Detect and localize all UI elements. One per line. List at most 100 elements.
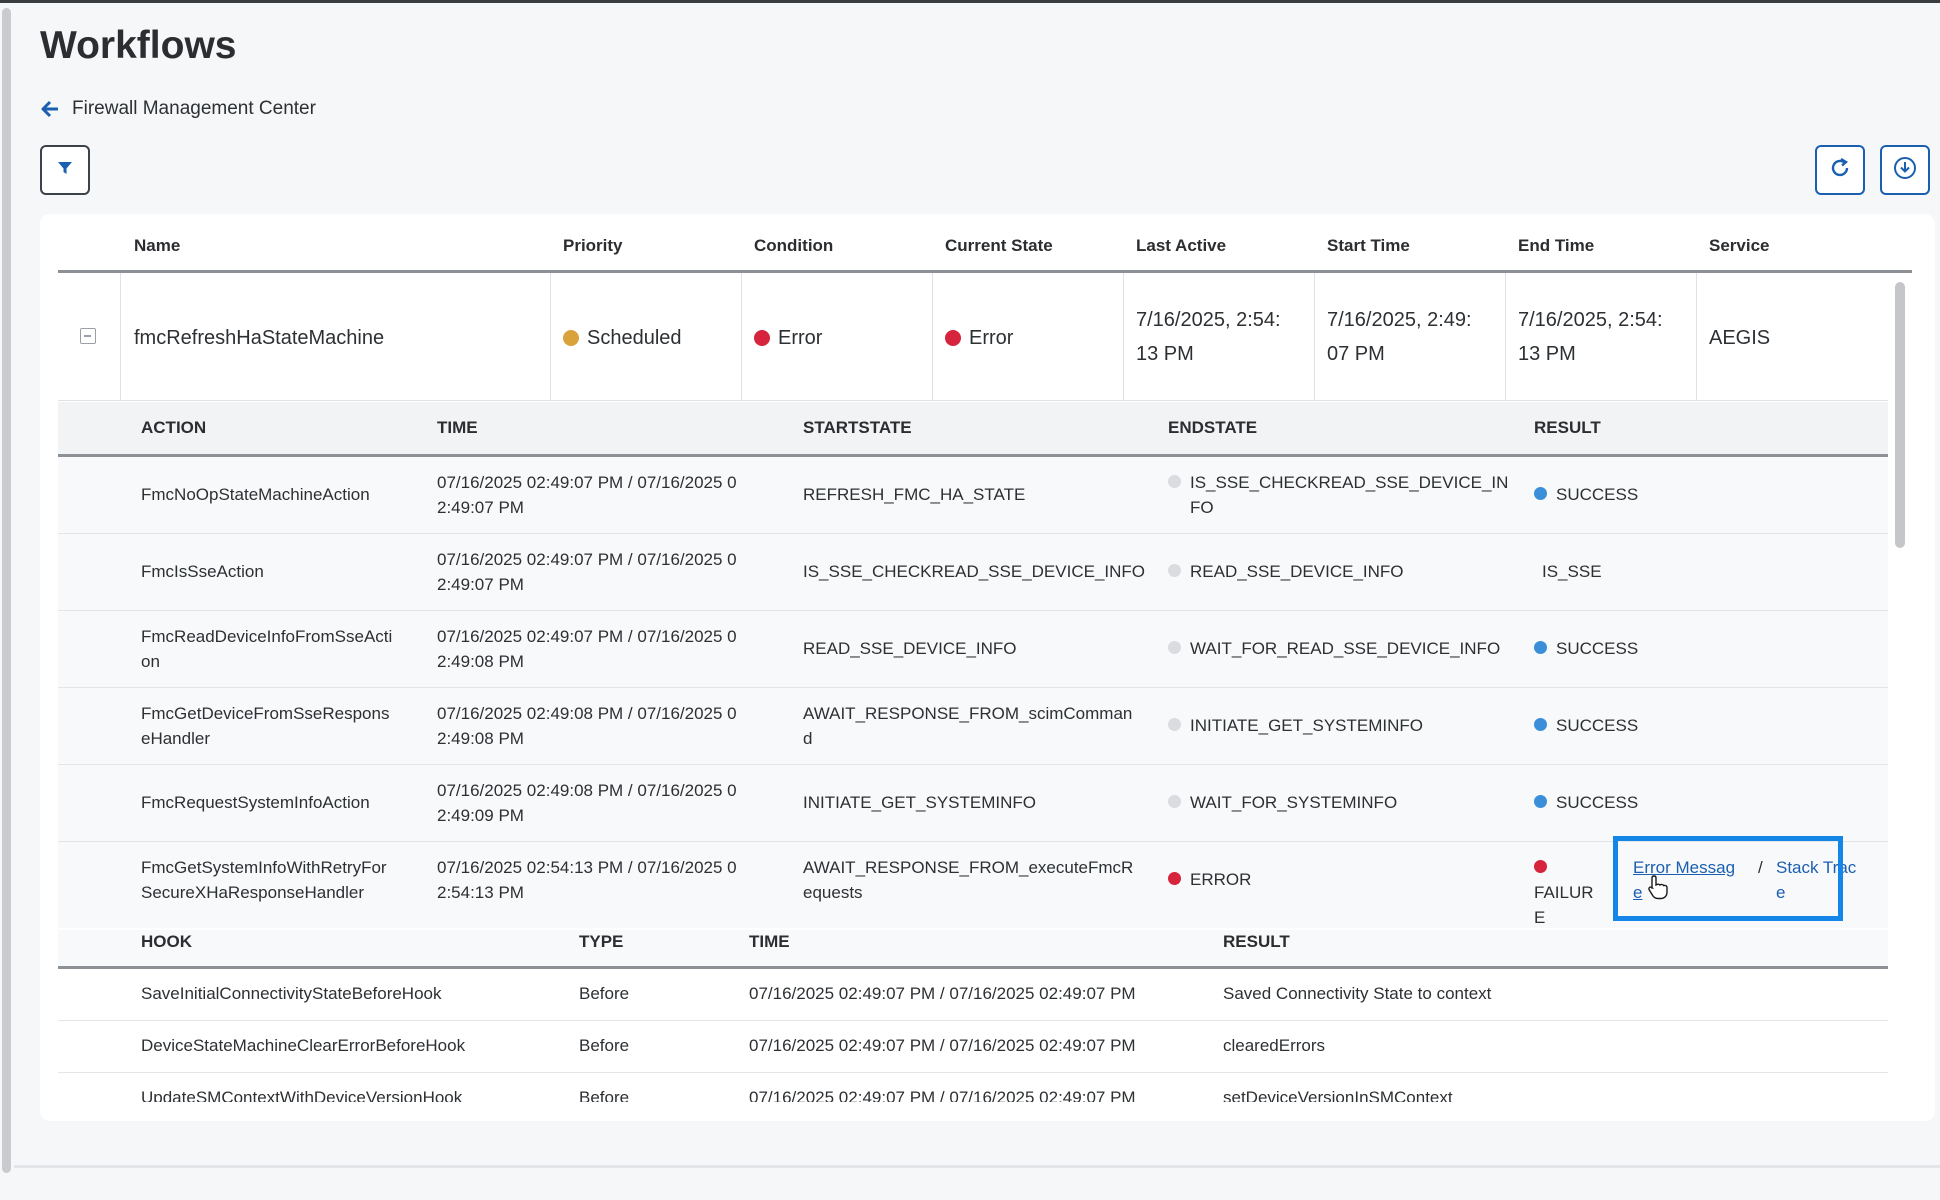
left-scrollbar[interactable] <box>2 8 11 1173</box>
action-time: 07/16/2025 02:49:07 PM / 07/16/2025 0 2:4… <box>437 473 737 517</box>
action-time: 07/16/2025 02:54:13 PM / 07/16/2025 0 2:5… <box>437 858 737 902</box>
page-title: Workflows <box>40 24 237 67</box>
action-result: SUCCESS <box>1534 713 1638 738</box>
failure-dot <box>1534 860 1547 873</box>
service-value: AEGIS <box>1709 327 1771 349</box>
action-result: FAILUR E <box>1534 855 1602 930</box>
col-priority[interactable]: Priority <box>563 236 623 256</box>
download-button[interactable] <box>1880 145 1930 195</box>
success-dot <box>1534 795 1547 808</box>
hook-name: DeviceStateMachineClearErrorBeforeHook <box>141 1036 466 1055</box>
col-end-time[interactable]: End Time <box>1518 236 1594 256</box>
col-startstate: STARTSTATE <box>803 418 912 437</box>
download-icon <box>1892 155 1918 186</box>
col-start-time[interactable]: Start Time <box>1327 236 1410 256</box>
column-divider <box>1505 273 1506 401</box>
col-endstate: ENDSTATE <box>1168 418 1258 437</box>
workflows-table-card: Name Priority Condition Current State La… <box>40 214 1935 1121</box>
endstate-dot <box>1168 564 1181 577</box>
column-divider <box>741 273 742 401</box>
action-result: SUCCESS <box>1534 790 1638 815</box>
table-viewport[interactable]: Name Priority Condition Current State La… <box>40 214 1935 1102</box>
last-active-value: 7/16/2025, 2:54: 13 PM <box>1136 309 1281 365</box>
col-condition[interactable]: Condition <box>754 236 833 256</box>
action-name: FmcIsSseAction <box>141 562 264 581</box>
column-divider <box>550 273 551 401</box>
action-endstate: ERROR <box>1168 867 1251 892</box>
condition-value: Error <box>754 327 822 350</box>
action-endstate: INITIATE_GET_SYSTEMINFO <box>1168 713 1423 738</box>
column-divider <box>1123 273 1124 401</box>
table-scrollbar[interactable] <box>1895 282 1905 548</box>
hook-result: setDeviceVersionInSMContext <box>1223 1088 1453 1102</box>
action-result: IS_SSE <box>1542 562 1602 581</box>
hook-type: Before <box>579 984 630 1003</box>
hook-type: Before <box>579 1036 630 1055</box>
hook-type: Before <box>579 1088 630 1102</box>
action-startstate: AWAIT_RESPONSE_FROM_executeFmcR equests <box>803 858 1134 902</box>
collapse-row-icon[interactable] <box>80 328 96 344</box>
actions-header-row <box>58 402 1888 454</box>
scheduled-status-dot <box>563 330 579 346</box>
action-name: FmcRequestSystemInfoAction <box>141 793 370 812</box>
action-time: 07/16/2025 02:49:08 PM / 07/16/2025 0 2:4… <box>437 704 737 748</box>
col-hook-time: TIME <box>749 932 790 951</box>
col-type: TYPE <box>579 932 624 951</box>
action-name: FmcGetDeviceFromSseRespons eHandler <box>141 704 390 748</box>
action-name: FmcReadDeviceInfoFromSseActi on <box>141 627 393 671</box>
action-startstate: REFRESH_FMC_HA_STATE <box>803 485 1026 504</box>
col-action: ACTION <box>141 418 207 437</box>
col-result: RESULT <box>1534 418 1601 437</box>
action-time: 07/16/2025 02:49:08 PM / 07/16/2025 0 2:4… <box>437 781 737 825</box>
action-name: FmcNoOpStateMachineAction <box>141 485 370 504</box>
hook-name: SaveInitialConnectivityStateBeforeHook <box>141 984 442 1003</box>
col-name[interactable]: Name <box>134 236 180 256</box>
hook-time: 07/16/2025 02:49:07 PM / 07/16/2025 02:4… <box>749 1036 1136 1055</box>
column-divider <box>932 273 933 401</box>
endstate-dot <box>1168 795 1181 808</box>
column-divider <box>1314 273 1315 401</box>
action-name: FmcGetSystemInfoWithRetryFor SecureXHaRes… <box>141 858 387 902</box>
action-startstate: READ_SSE_DEVICE_INFO <box>803 639 1017 658</box>
hook-name: UpdateSMContextWithDeviceVersionHook <box>141 1088 463 1102</box>
action-result: SUCCESS <box>1534 482 1638 507</box>
col-hook-result: RESULT <box>1223 932 1290 951</box>
action-endstate: WAIT_FOR_READ_SSE_DEVICE_INFO <box>1168 636 1500 661</box>
success-dot <box>1534 718 1547 731</box>
action-startstate: INITIATE_GET_SYSTEMINFO <box>803 793 1036 812</box>
priority-value: Scheduled <box>563 327 682 350</box>
action-startstate: AWAIT_RESPONSE_FROM_scimComman d <box>803 704 1133 748</box>
bottom-divider <box>14 1165 1940 1168</box>
endstate-dot <box>1168 718 1181 731</box>
selection-highlight <box>1613 836 1843 921</box>
filter-icon <box>57 160 73 181</box>
column-divider <box>1696 273 1697 401</box>
action-result: SUCCESS <box>1534 636 1638 661</box>
back-arrow-icon[interactable] <box>40 99 60 119</box>
col-hook: HOOK <box>141 932 192 951</box>
action-time: 07/16/2025 02:49:07 PM / 07/16/2025 0 2:4… <box>437 550 737 594</box>
error-status-dot <box>754 330 770 346</box>
refresh-button[interactable] <box>1815 145 1865 195</box>
hook-time: 07/16/2025 02:49:07 PM / 07/16/2025 02:4… <box>749 984 1136 1003</box>
refresh-icon <box>1828 156 1852 185</box>
endstate-dot <box>1168 641 1181 654</box>
action-endstate: IS_SSE_CHECKREAD_SSE_DEVICE_IN FO <box>1168 470 1508 520</box>
error-status-dot <box>945 330 961 346</box>
col-last-active[interactable]: Last Active <box>1136 236 1226 256</box>
breadcrumb-label[interactable]: Firewall Management Center <box>72 98 316 120</box>
window-top-border <box>0 0 1940 3</box>
workflow-name: fmcRefreshHaStateMachine <box>134 327 385 349</box>
end-time-value: 7/16/2025, 2:54: 13 PM <box>1518 309 1663 365</box>
col-current-state[interactable]: Current State <box>945 236 1053 256</box>
current-state-value: Error <box>945 327 1013 350</box>
filter-button[interactable] <box>40 145 90 195</box>
action-endstate: WAIT_FOR_SYSTEMINFO <box>1168 790 1397 815</box>
col-time: TIME <box>437 418 478 437</box>
success-dot <box>1534 487 1547 500</box>
action-endstate: READ_SSE_DEVICE_INFO <box>1168 559 1404 584</box>
breadcrumb[interactable]: Firewall Management Center <box>40 98 316 120</box>
error-dot <box>1168 872 1181 885</box>
col-service[interactable]: Service <box>1709 236 1770 256</box>
endstate-dot <box>1168 475 1181 488</box>
